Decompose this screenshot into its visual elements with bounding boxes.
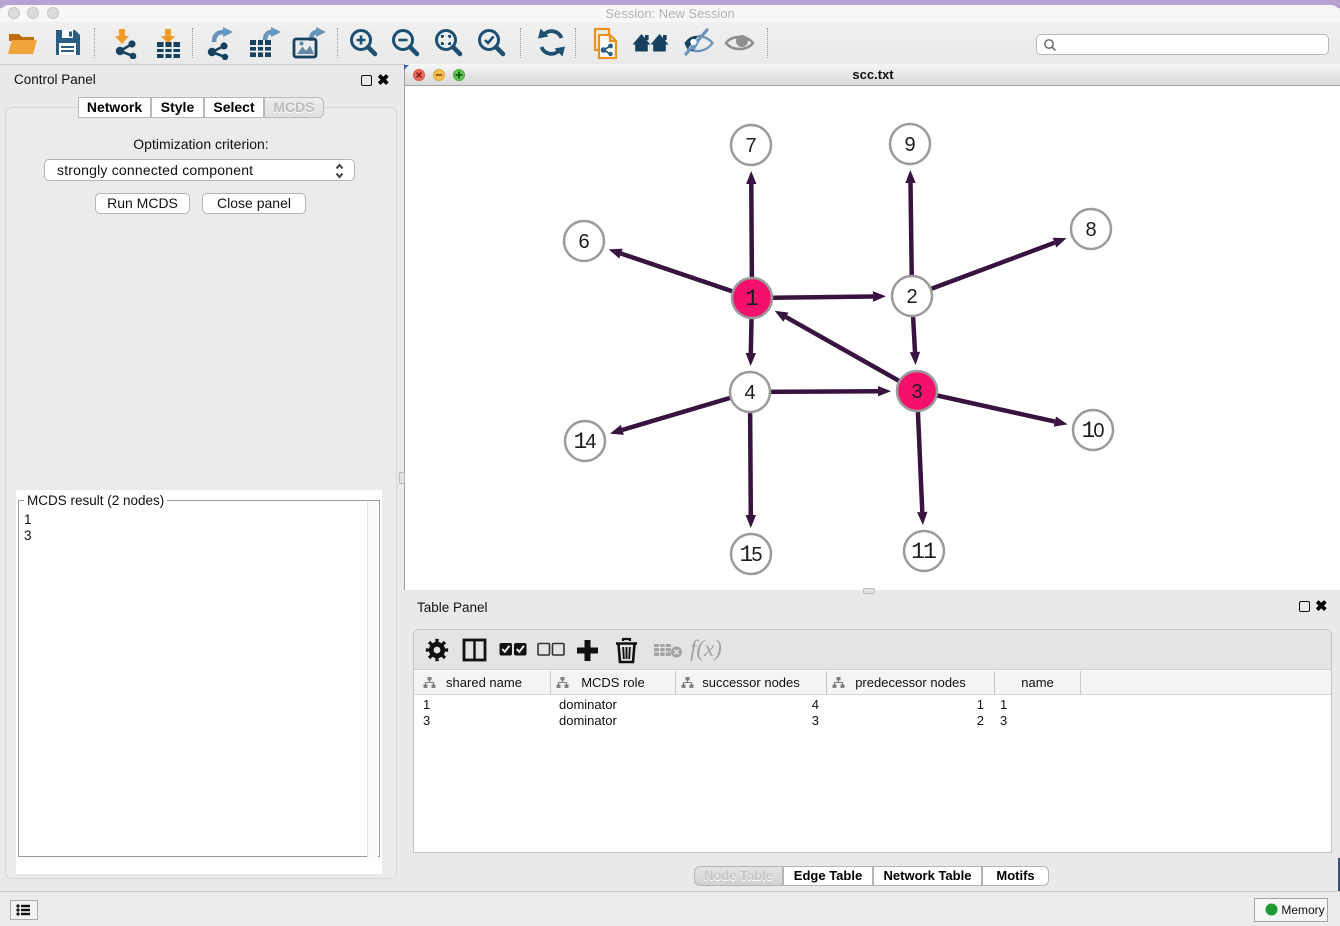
svg-text:6: 6 <box>578 231 589 253</box>
svg-text:3: 3 <box>911 381 922 403</box>
svg-text:11: 11 <box>911 539 937 565</box>
svg-text:2: 2 <box>906 286 917 308</box>
svg-text:4: 4 <box>744 382 755 404</box>
svg-text:15: 15 <box>739 542 762 568</box>
svg-text:7: 7 <box>745 135 756 157</box>
svg-text:1: 1 <box>745 286 759 312</box>
svg-text:10: 10 <box>1081 418 1104 444</box>
svg-text:14: 14 <box>573 429 596 455</box>
svg-text:9: 9 <box>904 134 915 156</box>
svg-text:8: 8 <box>1085 219 1096 241</box>
